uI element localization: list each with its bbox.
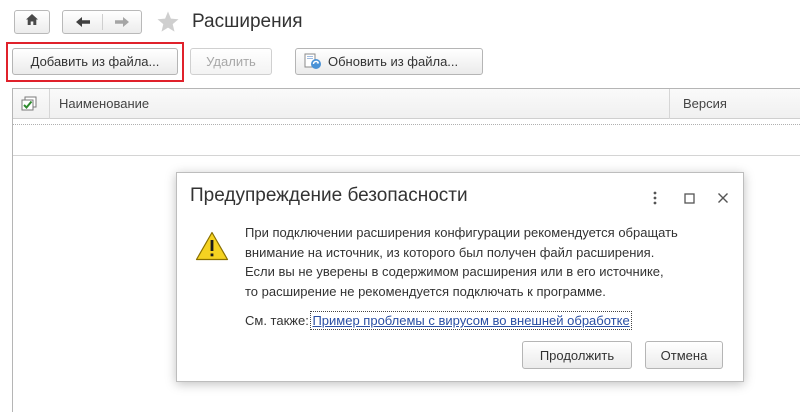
home-icon [25, 13, 39, 31]
cancel-button[interactable]: Отмена [645, 341, 723, 369]
dialog-title: Предупреждение безопасности [190, 185, 468, 206]
arrow-left-icon [75, 17, 90, 27]
security-warning-dialog: Предупреждение безопасности При подключе… [176, 172, 744, 382]
warning-message-line: Если вы не уверены в содержимом расширен… [245, 264, 664, 279]
update-from-file-button[interactable]: Обновить из файла... [295, 48, 483, 75]
warning-message: При подключении расширения конфигурации … [245, 223, 715, 301]
see-also-label: См. также: [245, 313, 309, 328]
update-from-file-label: Обновить из файла... [328, 54, 459, 69]
column-header-version[interactable]: Версия [683, 89, 727, 119]
warning-message-line: то расширение не рекомендуется подключат… [245, 283, 606, 299]
check-all-icon[interactable] [21, 96, 38, 117]
page-title: Расширения [192, 11, 303, 32]
warning-message-line: внимание на источник, из которого был по… [245, 244, 655, 260]
see-also: См. также: Пример проблемы с вирусом во … [245, 311, 632, 330]
warning-message-line: При подключении расширения конфигурации … [245, 225, 678, 240]
close-icon[interactable] [714, 189, 732, 207]
arrow-right-icon [114, 17, 129, 27]
virus-example-link[interactable]: Пример проблемы с вирусом во внешней обр… [310, 311, 632, 330]
update-from-file-icon [304, 53, 322, 70]
star-icon [157, 11, 179, 32]
favorite-star-button[interactable] [156, 10, 180, 39]
add-from-file-button[interactable]: Добавить из файла... [12, 48, 178, 75]
table-header: Наименование Версия [13, 89, 800, 119]
home-button[interactable] [14, 10, 50, 34]
forward-button[interactable] [103, 16, 141, 28]
more-vertical-icon[interactable] [646, 189, 664, 207]
column-header-name[interactable]: Наименование [59, 89, 149, 119]
table-row[interactable] [13, 124, 800, 125]
maximize-icon[interactable] [680, 189, 698, 207]
back-button[interactable] [64, 16, 102, 28]
warning-icon [195, 231, 229, 266]
row-divider [13, 155, 800, 156]
delete-button[interactable]: Удалить [190, 48, 272, 75]
continue-button[interactable]: Продолжить [522, 341, 632, 369]
navigation-group [62, 10, 142, 34]
